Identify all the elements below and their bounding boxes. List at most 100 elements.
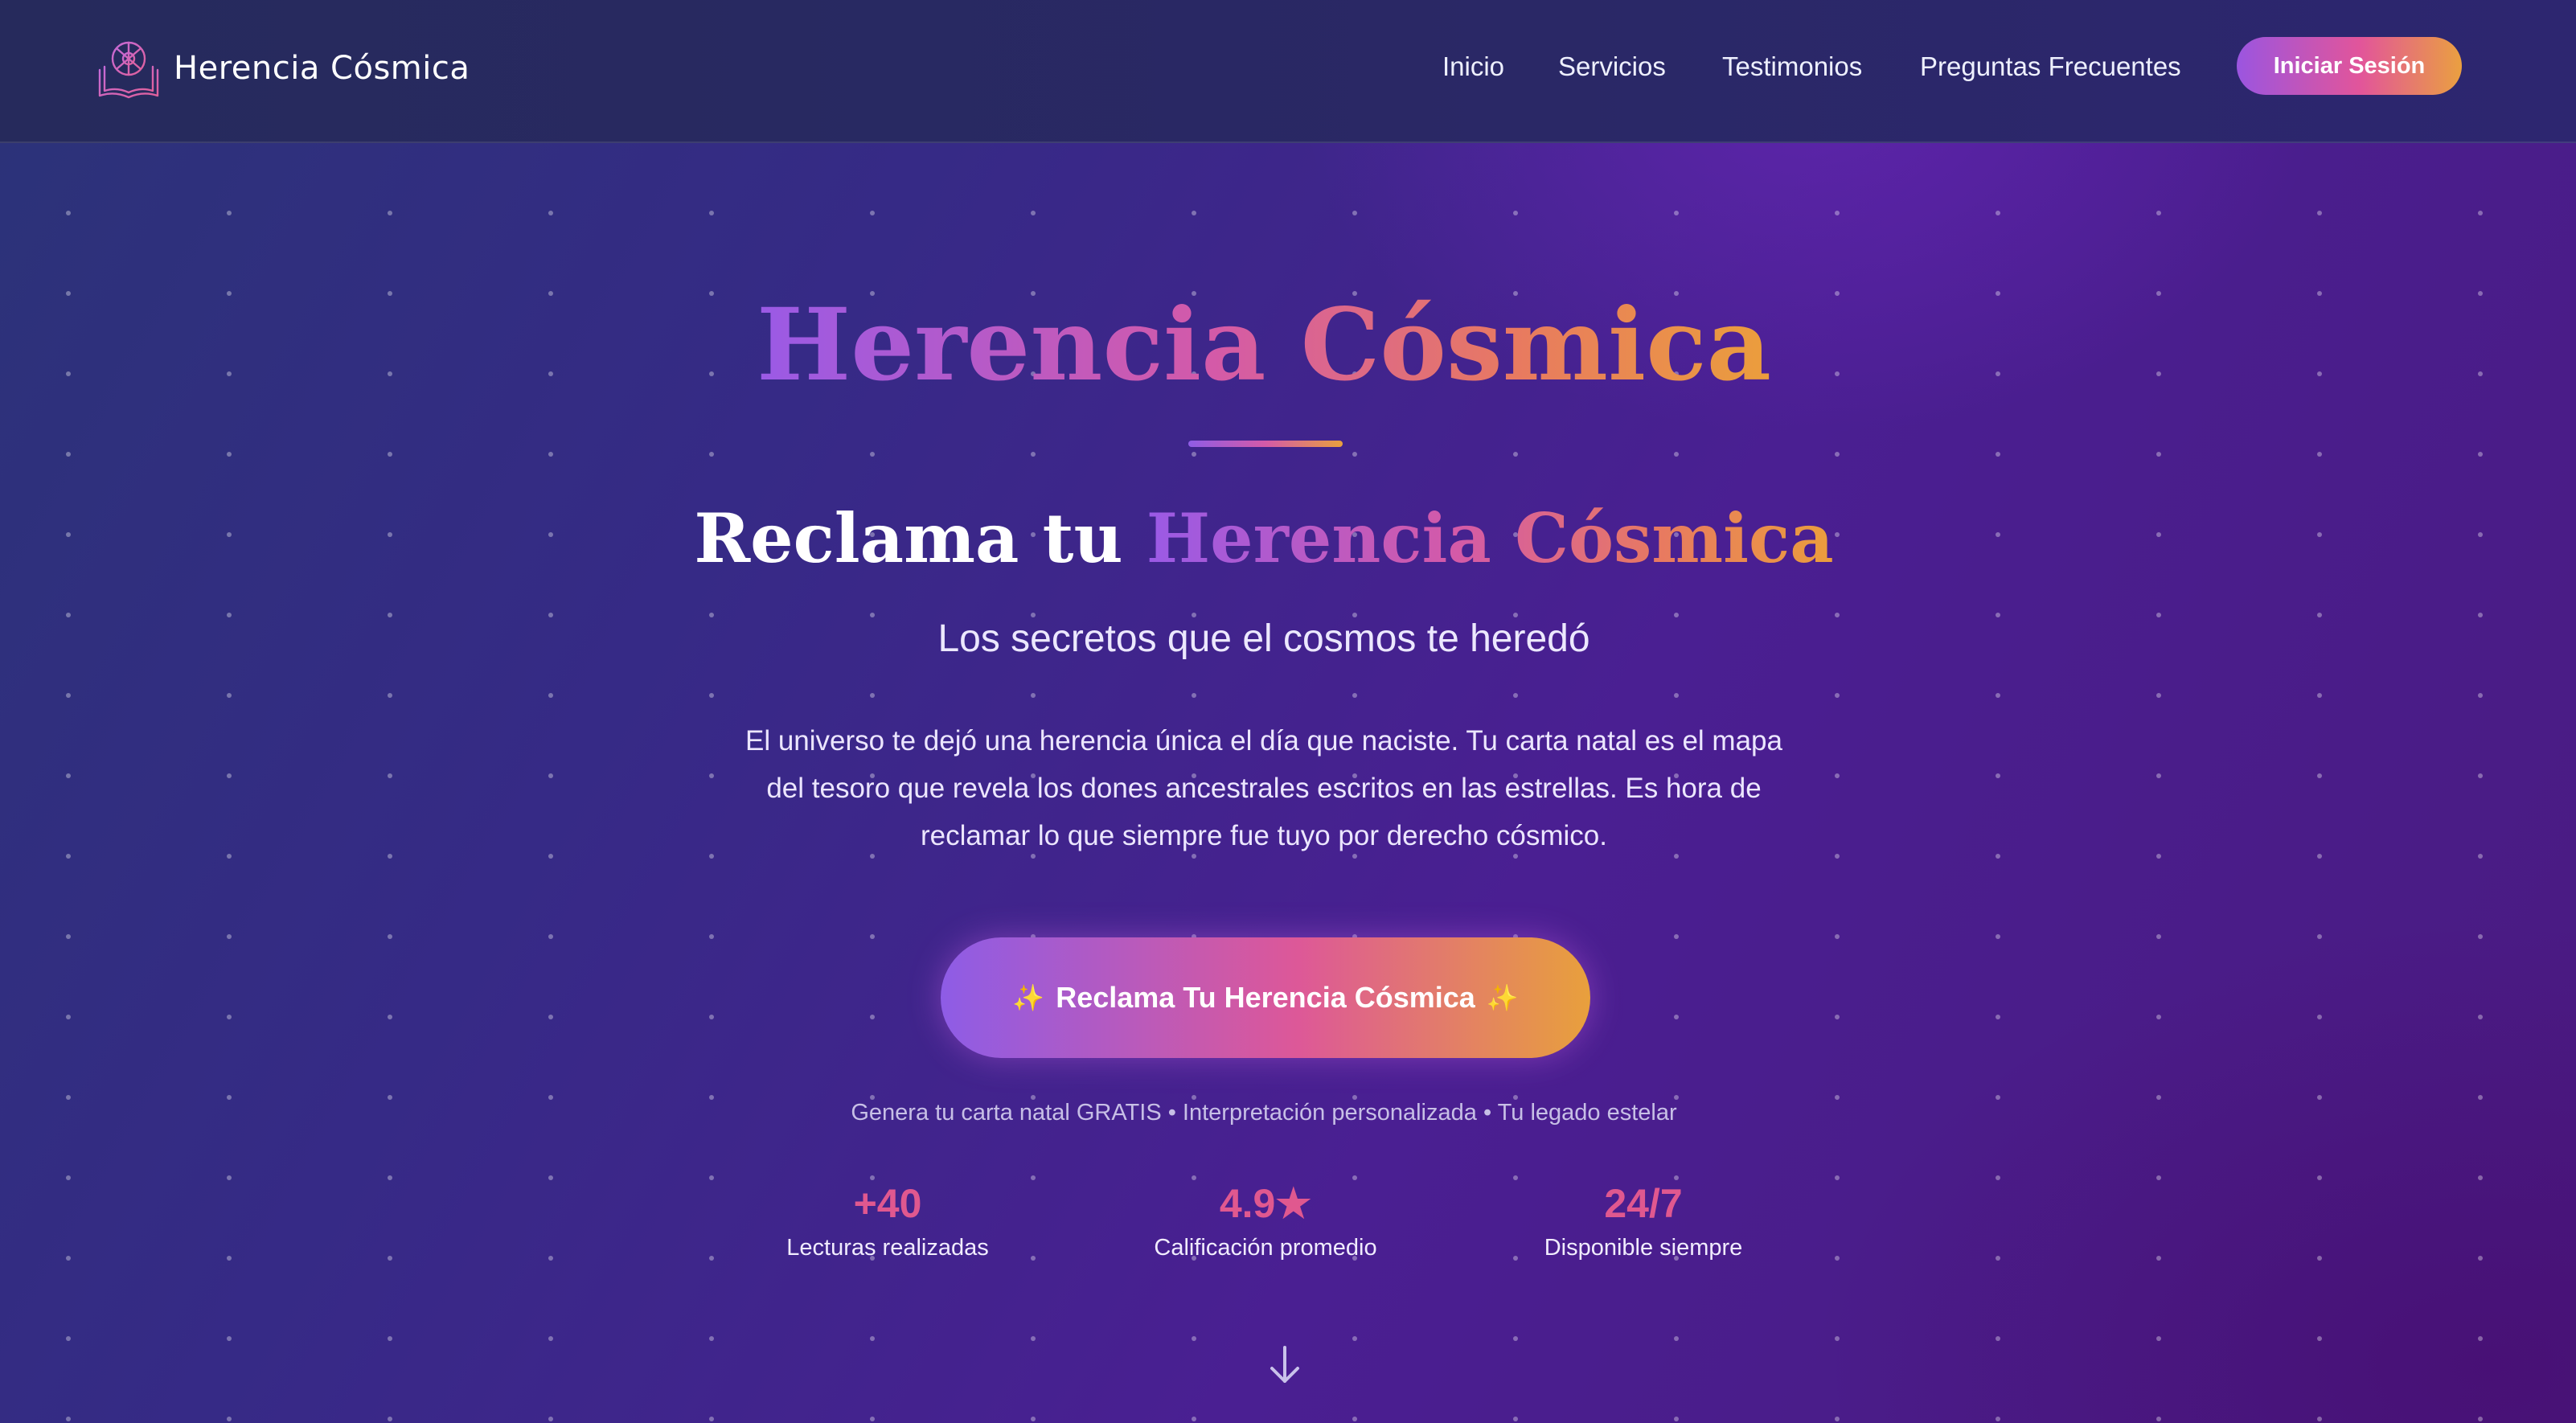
star-dot: [227, 1256, 232, 1261]
nav-link-servicios[interactable]: Servicios: [1558, 44, 1666, 89]
star-dot: [548, 1256, 553, 1261]
feature-highlights: Genera tu carta natal GRATIS • Interpret…: [851, 1100, 1677, 1126]
star-dot: [1674, 1336, 1679, 1341]
star-dot: [2478, 211, 2483, 215]
star-dot: [548, 452, 553, 457]
star-dot: [2156, 452, 2161, 457]
hero-title-text: Herencia Cósmica: [757, 287, 1771, 404]
star-dot: [1996, 854, 2000, 859]
star-dot: [2156, 1336, 2161, 1341]
star-dot: [227, 773, 232, 778]
star-dot: [66, 1336, 71, 1341]
star-dot: [1996, 1175, 2000, 1180]
brand-logo-link[interactable]: Herencia Cósmica: [95, 32, 470, 105]
star-dot: [2317, 773, 2322, 778]
star-dot: [1031, 1336, 1036, 1341]
star-dot: [1835, 1336, 1840, 1341]
star-dot: [548, 934, 553, 939]
star-dot: [2478, 773, 2483, 778]
nav-link-testimonios[interactable]: Testimonios: [1722, 44, 1862, 89]
star-dot: [1996, 1015, 2000, 1019]
star-dot: [2317, 1015, 2322, 1019]
star-dot: [2317, 1256, 2322, 1261]
claim-heritage-button[interactable]: ✨ Reclama Tu Herencia Cósmica ✨: [941, 937, 1590, 1058]
stat-rating: 4.9★ Calificación promedio: [1105, 1175, 1426, 1264]
arrow-down-icon[interactable]: [1265, 1344, 1304, 1386]
star-dot: [870, 452, 875, 457]
star-dot: [388, 693, 392, 698]
star-dot: [66, 1417, 71, 1421]
star-dot: [1674, 934, 1679, 939]
book-compass-icon: [98, 41, 159, 99]
star-dot: [2156, 693, 2161, 698]
star-dot: [2478, 452, 2483, 457]
star-dot: [1031, 211, 1036, 215]
subheading-accent-text: Herencia Cósmica: [1146, 498, 1834, 578]
star-dot: [2156, 211, 2161, 215]
star-dot: [548, 773, 553, 778]
star-dot: [548, 211, 553, 215]
star-dot: [1835, 773, 1840, 778]
star-dot: [1835, 934, 1840, 939]
star-dot: [2478, 854, 2483, 859]
star-dot: [66, 211, 71, 215]
stat-availability: 24/7 Disponible siempre: [1483, 1175, 1804, 1264]
nav-link-preguntas-frecuentes[interactable]: Preguntas Frecuentes: [1920, 44, 2181, 89]
nav-link-inicio[interactable]: Inicio: [1442, 44, 1504, 89]
star-dot: [66, 1256, 71, 1261]
star-dot: [1352, 1336, 1357, 1341]
login-button[interactable]: Iniciar Sesión: [2237, 37, 2462, 95]
star-dot: [66, 773, 71, 778]
star-dot: [870, 934, 875, 939]
sparkle-icon: ✨: [1486, 983, 1519, 1012]
star-dot: [2317, 1175, 2322, 1180]
star-dot: [1835, 211, 1840, 215]
stat-value: 4.9★: [1219, 1181, 1312, 1226]
star-dot: [1996, 773, 2000, 778]
stat-value: +40: [853, 1181, 922, 1226]
star-dot: [227, 1417, 232, 1421]
stat-value: 24/7: [1604, 1181, 1683, 1226]
star-dot: [2156, 773, 2161, 778]
star-dot: [1352, 1417, 1357, 1421]
star-dot: [388, 1015, 392, 1019]
star-dot: [1835, 1175, 1840, 1180]
star-dot: [1835, 693, 1840, 698]
star-dot: [2156, 854, 2161, 859]
title-divider: [1188, 441, 1343, 447]
brand-name: Herencia Cósmica: [174, 50, 470, 87]
star-dot: [388, 452, 392, 457]
star-dot: [548, 1336, 553, 1341]
stat-label: Calificación promedio: [1154, 1235, 1377, 1261]
star-dot: [1835, 1256, 1840, 1261]
star-dot: [1192, 693, 1196, 698]
star-dot: [1192, 452, 1196, 457]
star-dot: [2156, 1256, 2161, 1261]
star-dot: [709, 1015, 714, 1019]
star-dot: [709, 1336, 714, 1341]
hero-title: Herencia Cósmica: [0, 281, 2528, 410]
star-dot: [66, 934, 71, 939]
star-dot: [1352, 693, 1357, 698]
star-dot: [2317, 934, 2322, 939]
star-dot: [1674, 693, 1679, 698]
star-dot: [709, 934, 714, 939]
star-dot: [548, 1015, 553, 1019]
star-dot: [1513, 211, 1518, 215]
star-dot: [66, 1175, 71, 1180]
star-dot: [388, 854, 392, 859]
star-dot: [388, 211, 392, 215]
stat-label: Disponible siempre: [1544, 1235, 1743, 1261]
star-dot: [2478, 1256, 2483, 1261]
star-dot: [2317, 1336, 2322, 1341]
star-dot: [1996, 1417, 2000, 1421]
star-dot: [388, 1336, 392, 1341]
star-dot: [1996, 1256, 2000, 1261]
star-dot: [1674, 1015, 1679, 1019]
star-dot: [709, 693, 714, 698]
star-dot: [227, 693, 232, 698]
star-dot: [548, 854, 553, 859]
star-dot: [388, 1256, 392, 1261]
star-dot: [709, 1256, 714, 1261]
star-dot: [66, 1015, 71, 1019]
